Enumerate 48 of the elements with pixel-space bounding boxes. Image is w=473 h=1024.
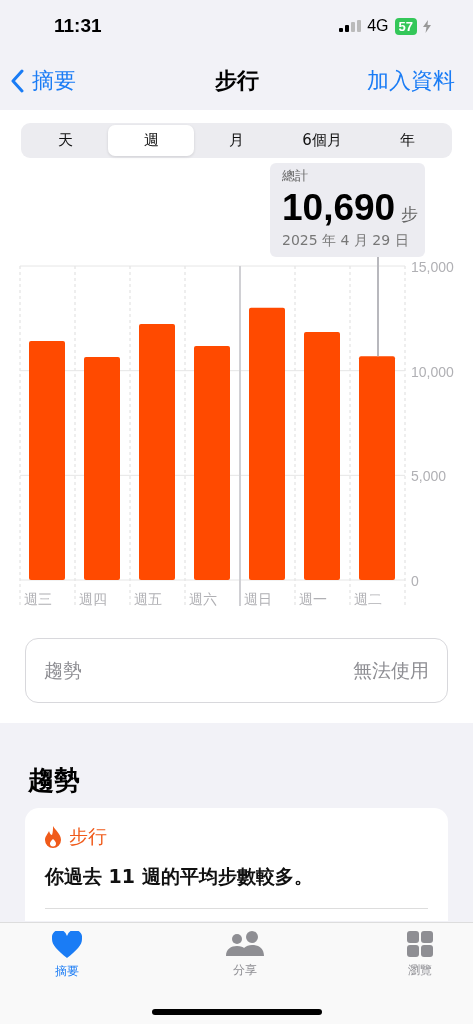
step-bar[interactable] bbox=[139, 324, 175, 580]
back-button[interactable]: 摘要 bbox=[10, 66, 76, 96]
grid-icon bbox=[407, 931, 433, 957]
network-label: 4G bbox=[367, 17, 389, 35]
y-axis-label: 5,000 bbox=[411, 468, 447, 485]
status-time: 11:31 bbox=[54, 15, 102, 37]
trend-value: 無法使用 bbox=[353, 657, 429, 683]
segment-tab[interactable]: 月 bbox=[193, 125, 280, 156]
signal-icon bbox=[339, 20, 362, 32]
add-data-button[interactable]: 加入資料 bbox=[367, 66, 455, 96]
y-axis-label: 15,000 bbox=[411, 259, 454, 275]
segment-tab[interactable]: 週 bbox=[108, 125, 194, 156]
charging-icon bbox=[423, 19, 431, 33]
y-axis-label: 0 bbox=[411, 573, 419, 589]
summary-label: 總計 bbox=[282, 167, 309, 185]
x-axis-label: 週一 bbox=[299, 591, 327, 607]
x-axis-label: 週三 bbox=[24, 591, 52, 607]
segment-tab[interactable]: 年 bbox=[364, 125, 451, 156]
trend-label: 趨勢 bbox=[44, 657, 82, 683]
chevron-left-icon bbox=[10, 69, 24, 93]
x-axis-label: 週日 bbox=[244, 591, 272, 607]
x-axis-label: 週六 bbox=[189, 591, 217, 607]
segment-tab[interactable]: 天 bbox=[23, 125, 109, 156]
trend-card[interactable]: 步行 你過去 11 週的平均步數較多。 bbox=[25, 808, 448, 921]
x-axis-label: 週五 bbox=[134, 591, 162, 607]
y-axis-label: 10,000 bbox=[411, 363, 454, 380]
segment-tab[interactable]: 6個月 bbox=[279, 125, 365, 156]
step-bar[interactable] bbox=[194, 345, 230, 580]
summary-value: 10,690 bbox=[282, 189, 396, 226]
back-label: 摘要 bbox=[32, 67, 76, 95]
step-bar[interactable] bbox=[249, 307, 285, 580]
summary-date: 2025 年 4 月 29 日 bbox=[282, 232, 410, 250]
step-bar[interactable] bbox=[359, 356, 395, 580]
tab-bar-item[interactable]: 摘要 bbox=[52, 931, 82, 987]
page-title: 步行 bbox=[214, 67, 259, 95]
x-axis-label: 週二 bbox=[354, 591, 382, 607]
section-heading: 趨勢 bbox=[28, 764, 81, 797]
step-bar[interactable] bbox=[84, 357, 120, 580]
x-axis-label: 週四 bbox=[79, 591, 107, 607]
flame-icon bbox=[45, 826, 61, 848]
battery-level: 57 bbox=[394, 17, 417, 35]
step-bar[interactable] bbox=[29, 340, 65, 580]
people-icon bbox=[225, 931, 264, 957]
heart-icon bbox=[52, 931, 82, 958]
card-text: 你過去 11 週的平均步數較多。 bbox=[45, 864, 314, 889]
summary-unit: 步 bbox=[401, 206, 419, 223]
card-title: 步行 bbox=[69, 824, 107, 849]
step-bar[interactable] bbox=[304, 331, 340, 580]
